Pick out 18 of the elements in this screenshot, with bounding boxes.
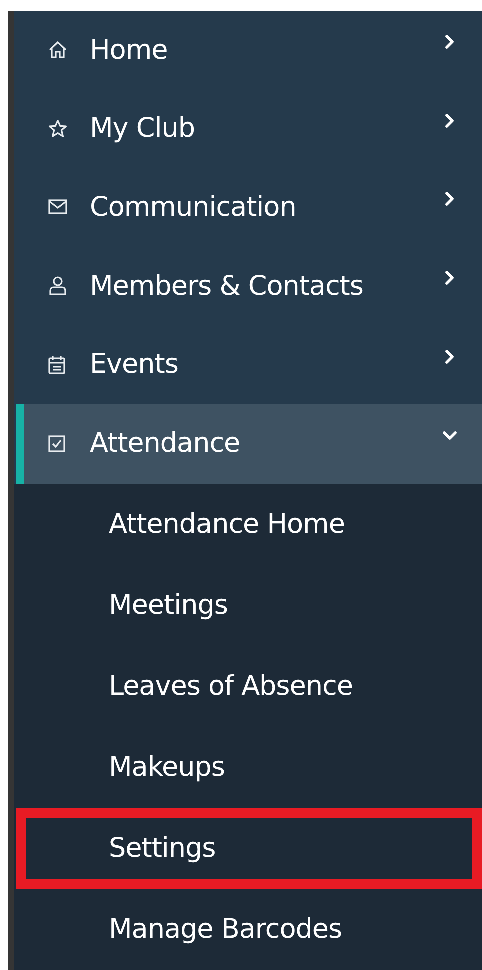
submenu-item[interactable]: Attendance Home: [16, 484, 482, 565]
submenu-item[interactable]: Meetings: [16, 564, 482, 646]
person-icon: [48, 276, 68, 296]
checkbox-icon: [48, 434, 66, 453]
calendar-icon: [48, 354, 66, 375]
submenu-item[interactable]: Leaves of Absence: [16, 646, 482, 727]
star-icon: [48, 118, 68, 139]
sidebar-item[interactable]: Home: [16, 11, 482, 90]
submenu-item[interactable]: Settings: [16, 808, 482, 889]
home-icon: [48, 40, 68, 60]
envelope-icon: [48, 198, 68, 216]
sidebar-item[interactable]: Attendance: [16, 404, 482, 484]
sidebar-item[interactable]: Communication: [16, 168, 482, 247]
sidebar-item[interactable]: My Club: [16, 90, 482, 168]
sidebar-item[interactable]: Members & Contacts: [16, 246, 482, 326]
sidebar-item[interactable]: Events: [16, 325, 482, 404]
submenu-item[interactable]: Manage Barcodes: [16, 888, 482, 970]
submenu-item[interactable]: Makeups: [16, 726, 482, 808]
